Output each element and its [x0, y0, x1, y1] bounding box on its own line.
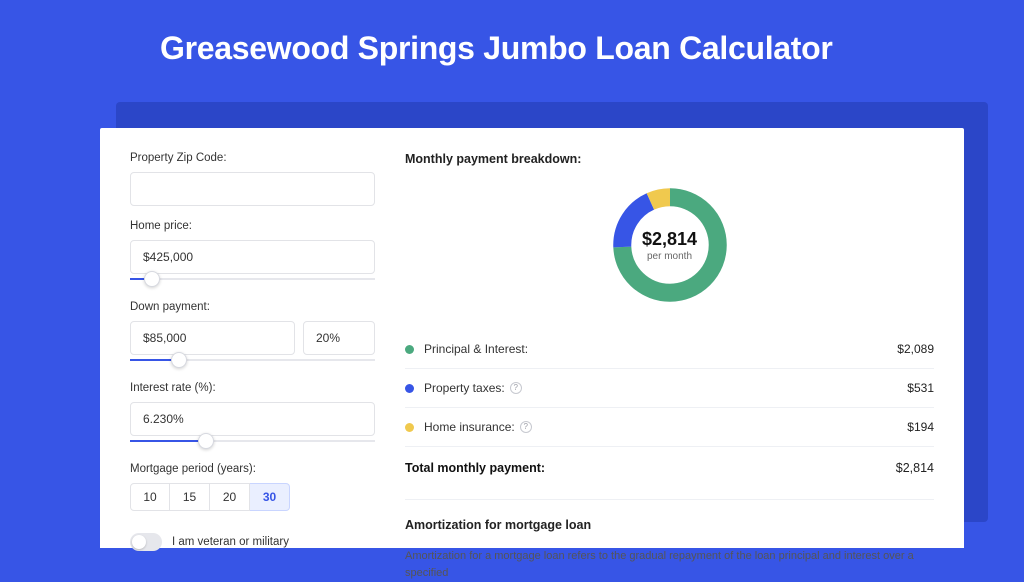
period-label: Mortgage period (years): [130, 463, 375, 475]
slider-thumb[interactable] [144, 271, 160, 287]
down-payment-slider[interactable] [130, 352, 375, 368]
toggle-knob [132, 535, 146, 549]
legend-value: $531 [907, 381, 934, 395]
slider-fill [130, 440, 206, 442]
amortization-section: Amortization for mortgage loan Amortizat… [405, 499, 934, 582]
interest-input[interactable] [130, 402, 375, 436]
legend-row: Principal & Interest: $2,089 [405, 330, 934, 369]
legend-row: Home insurance:?$194 [405, 408, 934, 446]
down-payment-field: Down payment: [130, 301, 375, 368]
info-icon[interactable]: ? [520, 421, 532, 433]
legend-row: Property taxes:?$531 [405, 369, 934, 408]
legend: Principal & Interest: $2,089 Property taxe… [405, 330, 934, 446]
period-button-20[interactable]: 20 [210, 483, 250, 511]
veteran-label: I am veteran or military [172, 536, 289, 548]
legend-label-text: Property taxes: [424, 381, 505, 395]
donut-sub: per month [647, 251, 692, 262]
amort-desc: Amortization for a mortgage loan refers … [405, 548, 934, 582]
home-price-field: Home price: [130, 220, 375, 287]
breakdown-title: Monthly payment breakdown: [405, 152, 934, 166]
legend-label-text: Home insurance: [424, 420, 515, 434]
veteran-row: I am veteran or military [130, 533, 375, 551]
period-button-10[interactable]: 10 [130, 483, 170, 511]
period-buttons: 10152030 [130, 483, 375, 511]
period-field: Mortgage period (years): 10152030 [130, 463, 375, 511]
breakdown-panel: Monthly payment breakdown: $2,814 per mo… [405, 152, 934, 548]
interest-slider[interactable] [130, 433, 375, 449]
total-label: Total monthly payment: [405, 461, 896, 475]
slider-track [130, 278, 375, 280]
home-price-label: Home price: [130, 220, 375, 232]
legend-label-text: Principal & Interest: [424, 342, 528, 356]
legend-dot [405, 423, 414, 432]
interest-field: Interest rate (%): [130, 382, 375, 449]
donut-center: $2,814 per month [607, 182, 733, 308]
form-panel: Property Zip Code: Home price: Down paym… [130, 152, 375, 548]
zip-input[interactable] [130, 172, 375, 206]
legend-value: $2,089 [897, 342, 934, 356]
info-icon[interactable]: ? [510, 382, 522, 394]
down-payment-pct-input[interactable] [303, 321, 375, 355]
total-row: Total monthly payment: $2,814 [405, 446, 934, 491]
down-payment-input[interactable] [130, 321, 295, 355]
down-payment-label: Down payment: [130, 301, 375, 313]
interest-label: Interest rate (%): [130, 382, 375, 394]
zip-field: Property Zip Code: [130, 152, 375, 206]
zip-label: Property Zip Code: [130, 152, 375, 164]
home-price-slider[interactable] [130, 271, 375, 287]
legend-label: Property taxes:? [424, 381, 907, 395]
legend-dot [405, 384, 414, 393]
page-title: Greasewood Springs Jumbo Loan Calculator [0, 0, 1024, 83]
legend-value: $194 [907, 420, 934, 434]
donut-chart-wrap: $2,814 per month [405, 182, 934, 308]
period-button-30[interactable]: 30 [250, 483, 290, 511]
slider-thumb[interactable] [171, 352, 187, 368]
legend-label: Principal & Interest: [424, 342, 897, 356]
calculator-card: Property Zip Code: Home price: Down paym… [100, 128, 964, 548]
total-value: $2,814 [896, 461, 934, 475]
legend-dot [405, 345, 414, 354]
legend-label: Home insurance:? [424, 420, 907, 434]
donut-value: $2,814 [642, 229, 697, 250]
slider-thumb[interactable] [198, 433, 214, 449]
donut-chart: $2,814 per month [607, 182, 733, 308]
veteran-toggle[interactable] [130, 533, 162, 551]
amort-title: Amortization for mortgage loan [405, 518, 934, 532]
home-price-input[interactable] [130, 240, 375, 274]
period-button-15[interactable]: 15 [170, 483, 210, 511]
